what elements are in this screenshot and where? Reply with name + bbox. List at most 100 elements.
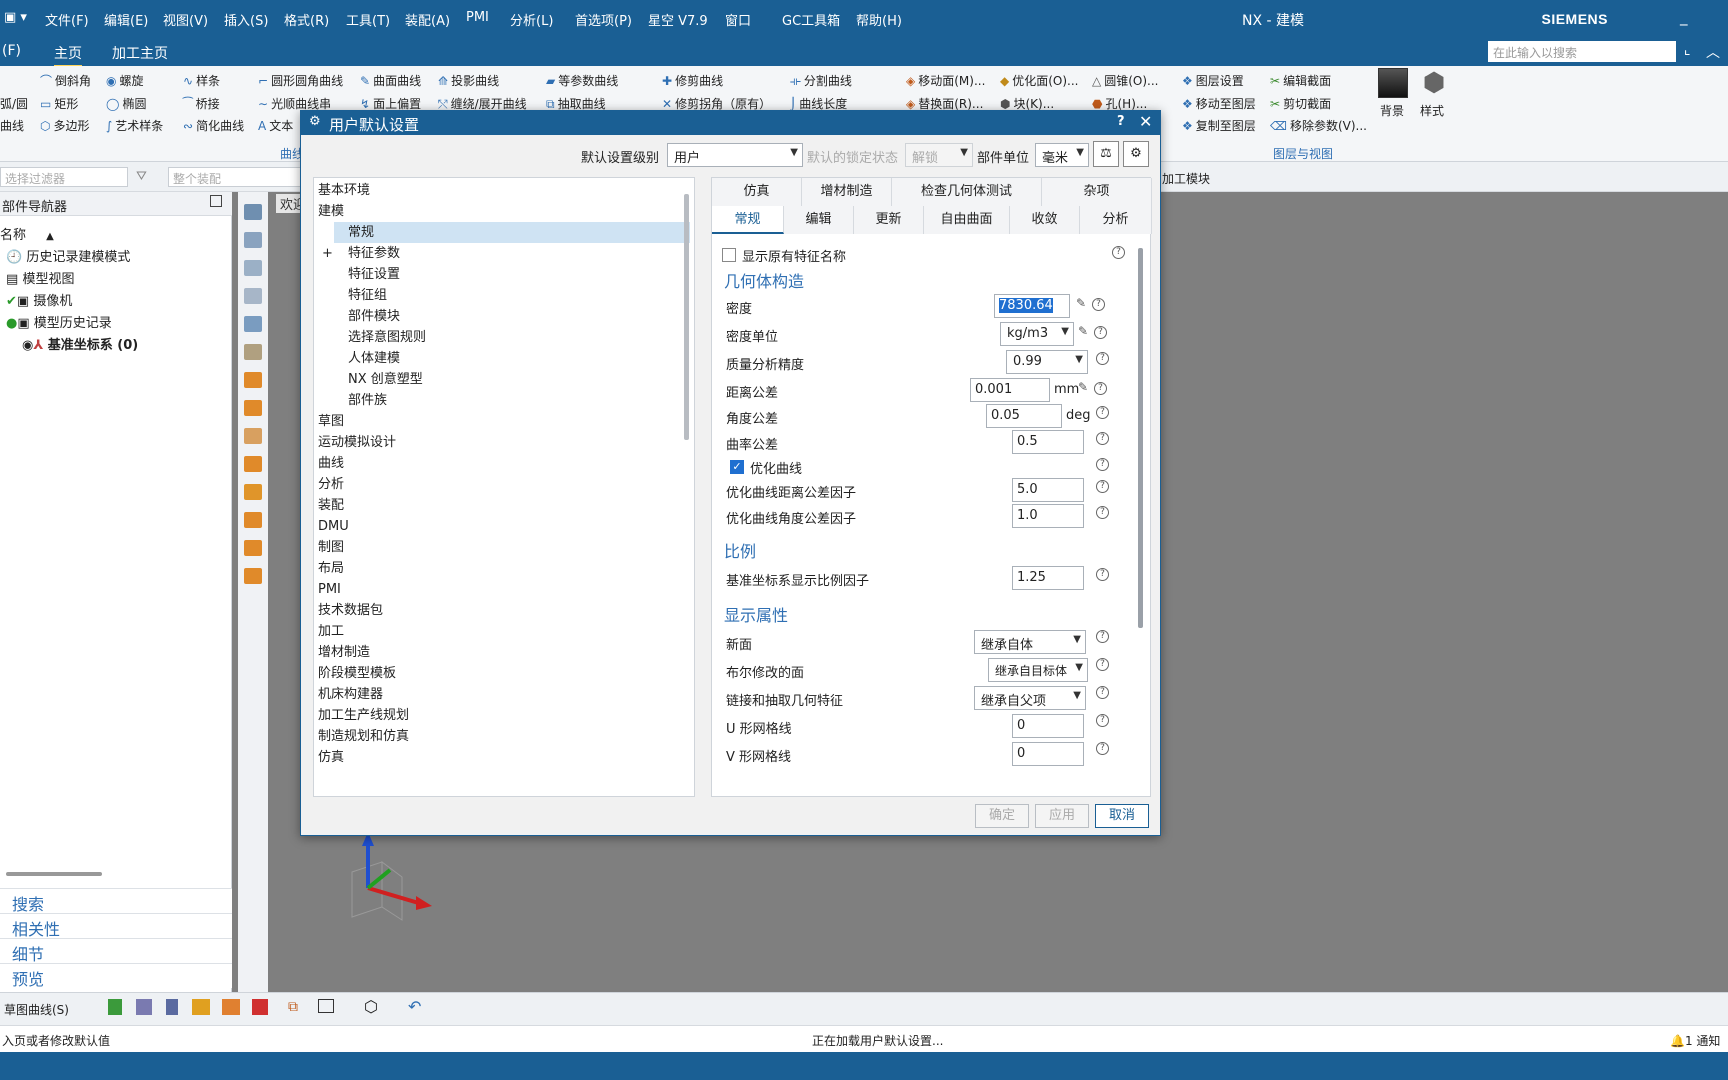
show-feature-name-checkbox[interactable] <box>722 248 736 262</box>
filter-icon[interactable]: ⛛ <box>136 169 147 184</box>
menu-edit[interactable]: 编辑(E) <box>104 10 148 29</box>
help-icon[interactable]: ? <box>1096 568 1109 581</box>
clip-section-button[interactable]: ✂ 剪切截面 <box>1270 95 1331 112</box>
panel-preview[interactable]: 预览 <box>0 963 232 989</box>
tree-item[interactable]: 增材制造 <box>318 642 370 663</box>
cancel-button[interactable]: 取消 <box>1095 804 1149 828</box>
pencil-icon[interactable]: ✎ <box>1076 296 1086 310</box>
settings-gear-icon[interactable]: ⚙ <box>1123 141 1149 167</box>
help-icon[interactable]: ? <box>1096 352 1109 365</box>
close-icon[interactable]: ✕ <box>1139 112 1152 131</box>
tree-item[interactable]: 选择意图规则 <box>334 327 426 348</box>
library-icon[interactable] <box>244 568 262 584</box>
system-materials-icon[interactable] <box>244 512 262 528</box>
density-input[interactable]: 7830.64 <box>994 294 1070 318</box>
expand-plus-icon[interactable]: + <box>322 243 333 264</box>
assembly-navigator-icon[interactable] <box>244 204 262 220</box>
tree-row-model-history[interactable]: ●▣ 模型历史记录 <box>6 312 112 331</box>
tree-item[interactable]: NX 创意塑型 <box>334 369 423 390</box>
tree-item[interactable]: 仿真 <box>318 747 344 768</box>
menu-gc-toolbox[interactable]: GC工具箱 <box>782 10 840 29</box>
tree-item[interactable]: 建模 <box>318 201 344 222</box>
spline-button[interactable]: ∿ 样条 <box>183 72 220 89</box>
tab-analysis[interactable]: 分析 <box>1080 206 1152 234</box>
menu-help[interactable]: 帮助(H) <box>856 10 902 29</box>
column-header-name[interactable]: 名称 ▲ <box>0 224 54 243</box>
constraint-navigator-icon[interactable] <box>244 232 262 248</box>
pencil-icon[interactable]: ✎ <box>1078 324 1088 338</box>
chamfer-feature-icon[interactable] <box>222 999 240 1015</box>
background-icon[interactable] <box>1378 68 1408 98</box>
tree-row-cameras[interactable]: ✔▣ 摄像机 <box>6 290 72 309</box>
move-to-layer-button[interactable]: ❖ 移动至图层 <box>1182 95 1256 112</box>
opt-dist-input[interactable]: 5.0 <box>1012 478 1084 502</box>
help-icon[interactable]: ? <box>1096 658 1109 671</box>
tree-item[interactable]: 布局 <box>318 558 344 579</box>
tab-file[interactable]: (F) <box>2 43 21 59</box>
help-icon[interactable]: ? <box>1094 326 1107 339</box>
ellipse-button[interactable]: ◯ 椭圆 <box>106 95 146 112</box>
level-select[interactable]: 用户 ▼ <box>667 143 803 167</box>
curve-button[interactable]: 曲线 <box>0 117 24 134</box>
tree-item[interactable]: 人体建模 <box>334 348 400 369</box>
menu-format[interactable]: 格式(R) <box>284 10 329 29</box>
rectangle-tool-icon[interactable] <box>318 999 334 1013</box>
app-menu-icon[interactable]: ▣ ▾ <box>4 10 27 25</box>
help-icon[interactable]: ? <box>1117 114 1125 129</box>
tree-item[interactable]: 技术数据包 <box>318 600 383 621</box>
surface-curve-button[interactable]: ✎ 曲面曲线 <box>360 72 421 89</box>
tree-item[interactable]: DMU <box>318 516 349 537</box>
menu-assembly[interactable]: 装配(A) <box>405 10 450 29</box>
tree-item[interactable]: 草图 <box>318 411 344 432</box>
tree-item[interactable]: 特征组 <box>334 285 387 306</box>
layer-settings-button[interactable]: ❖ 图层设置 <box>1182 72 1244 89</box>
bridge-button[interactable]: ⁀ 桥接 <box>183 95 220 112</box>
isoparametric-curve-button[interactable]: ▰ 等参数曲线 <box>546 72 618 89</box>
tree-item-selected[interactable]: 常规 <box>334 222 690 243</box>
menu-analysis[interactable]: 分析(L) <box>510 10 553 29</box>
divide-curve-button[interactable]: ⟛ 分割曲线 <box>790 72 852 89</box>
command-search-input[interactable]: 在此输入以搜索 <box>1488 41 1676 62</box>
boolean-face-select[interactable]: 继承自目标体 ▼ <box>988 658 1088 682</box>
extrude-icon[interactable] <box>108 999 122 1015</box>
panel-dependencies[interactable]: 相关性 <box>0 913 232 939</box>
menu-file[interactable]: 文件(F) <box>45 10 89 29</box>
pattern-icon[interactable]: ⧉ <box>288 999 298 1015</box>
help-icon[interactable]: ? <box>1096 714 1109 727</box>
mass-precision-select[interactable]: 0.99 ▼ <box>1006 350 1088 374</box>
angle-tol-input[interactable]: 0.05 <box>986 404 1062 428</box>
help-icon[interactable]: ? <box>1092 298 1105 311</box>
revolve-icon[interactable] <box>136 999 152 1015</box>
type-filter-select[interactable]: 选择过滤器 <box>0 167 128 187</box>
edge-blend-icon[interactable] <box>192 999 210 1015</box>
dialog-title-bar[interactable]: ⚙ 用户默认设置 ? ✕ <box>301 111 1160 135</box>
pencil-icon[interactable]: ✎ <box>1078 380 1088 394</box>
polygon-button[interactable]: ⬡ 多边形 <box>40 117 90 134</box>
tree-item[interactable]: + 特征参数 <box>322 243 400 264</box>
help-icon[interactable]: ? <box>1094 382 1107 395</box>
rectangle-button[interactable]: ▭ 矩形 <box>40 95 78 112</box>
machining-module-label[interactable]: 加工模块 <box>1162 170 1210 187</box>
help-icon[interactable]: ? <box>1096 742 1109 755</box>
move-face-button[interactable]: ◈ 移动面(M)... <box>906 72 985 89</box>
u-grid-input[interactable]: 0 <box>1012 714 1084 738</box>
menu-tools[interactable]: 工具(T) <box>346 10 390 29</box>
background-button[interactable]: 背景 <box>1380 102 1404 119</box>
shell-icon[interactable] <box>252 999 268 1015</box>
help-icon[interactable]: ? <box>1096 406 1109 419</box>
menu-pmi[interactable]: PMI <box>466 10 489 25</box>
trim-curve-button[interactable]: ✚ 修剪曲线 <box>662 72 723 89</box>
tree-item[interactable]: 机床构建器 <box>318 684 383 705</box>
web-browser-icon[interactable] <box>244 344 262 360</box>
undo-icon[interactable]: ↶ <box>408 997 421 1016</box>
menu-insert[interactable]: 插入(S) <box>224 10 268 29</box>
tab-general[interactable]: 常规 <box>712 206 784 234</box>
panel-search[interactable]: 搜索 <box>0 888 232 914</box>
tree-item[interactable]: 特征设置 <box>334 264 400 285</box>
remove-parameters-button[interactable]: ⌫ 移除参数(V)... <box>1270 117 1367 134</box>
tree-item[interactable]: 运动模拟设计 <box>318 432 396 453</box>
horizontal-scrollbar[interactable] <box>6 872 102 876</box>
tree-item[interactable]: 曲线 <box>318 453 344 474</box>
collapse-ribbon-icon[interactable]: ︿ <box>1706 42 1720 62</box>
help-icon[interactable]: ? <box>1096 432 1109 445</box>
